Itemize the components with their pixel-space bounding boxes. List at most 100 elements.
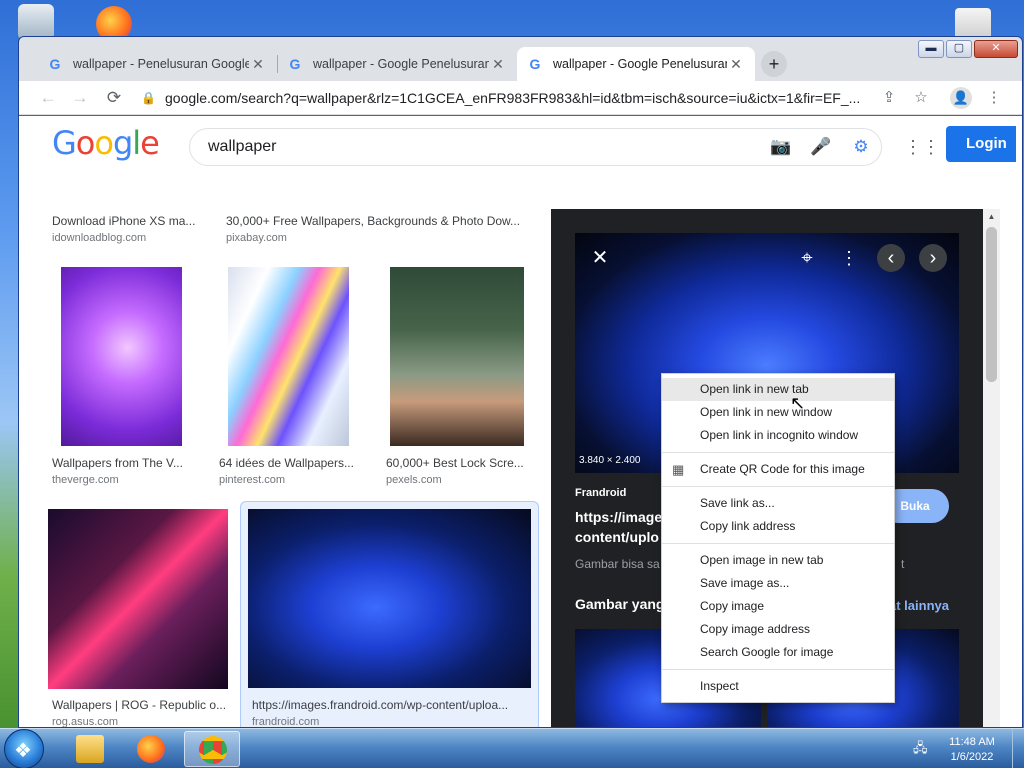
context-menu: Open link in new tab Open link in new wi…	[661, 373, 895, 703]
menu-open-link-new-tab[interactable]: Open link in new tab	[662, 378, 894, 401]
camera-search-icon[interactable]: 📷	[761, 137, 801, 157]
menu-copy-image[interactable]: Copy image	[662, 595, 894, 618]
scroll-up-icon[interactable]: ▲	[983, 212, 1000, 221]
network-tray-icon[interactable]: 🖧	[913, 739, 929, 755]
tab-close-icon[interactable]: ✕	[489, 56, 507, 73]
result-title[interactable]: https://images.frandroid.com/wp-content/…	[252, 698, 534, 712]
tab-1[interactable]: G wallpaper - Penelusuran Google ✕	[37, 47, 277, 81]
copyright-note: Gambar bisa sa	[575, 557, 660, 571]
lock-icon[interactable]: 🔒	[141, 91, 156, 105]
url-text[interactable]: google.com/search?q=wallpaper&rlz=1C1GCE…	[165, 90, 860, 106]
result-title[interactable]: Wallpapers | ROG - Republic o...	[52, 698, 227, 712]
taskbar-explorer[interactable]	[62, 731, 118, 767]
result-image-windows-bloom[interactable]	[248, 509, 531, 688]
share-icon[interactable]: ⇪	[877, 86, 901, 110]
back-button[interactable]: ←	[36, 86, 60, 110]
menu-separator	[662, 486, 894, 487]
mouse-cursor-icon: ↖	[790, 393, 806, 413]
menu-open-link-new-window[interactable]: Open link in new window	[662, 401, 894, 424]
profile-avatar-icon[interactable]: 👤	[950, 87, 972, 109]
result-source[interactable]: rog.asus.com	[52, 716, 118, 727]
search-input[interactable]: wallpaper	[208, 138, 761, 156]
tab-title: wallpaper - Google Penelusuran	[553, 57, 727, 71]
menu-create-qr-code[interactable]: ▦ Create QR Code for this image	[662, 458, 894, 481]
logo-letter: g	[112, 124, 133, 162]
preview-site-name[interactable]: Frandroid	[575, 487, 626, 499]
result-source[interactable]: idownloadblog.com	[52, 232, 146, 244]
menu-save-link-as[interactable]: Save link as...	[662, 492, 894, 515]
forward-button[interactable]: →	[68, 86, 92, 110]
taskbar: ❖ 🖧 11:48 AM 1/6/2022	[0, 728, 1024, 768]
new-tab-button[interactable]: +	[761, 51, 787, 77]
google-apps-icon[interactable]: ⋮⋮	[904, 136, 940, 158]
menu-label: Create QR Code for this image	[700, 462, 865, 476]
minimize-button[interactable]: ▬	[918, 40, 944, 58]
preview-more-icon[interactable]: ⋮	[835, 244, 863, 272]
taskbar-firefox[interactable]	[123, 731, 179, 767]
result-title[interactable]: 30,000+ Free Wallpapers, Backgrounds & P…	[226, 214, 536, 228]
result-title[interactable]: 60,000+ Best Lock Scre...	[386, 456, 536, 470]
tab-3-active[interactable]: G wallpaper - Google Penelusuran ✕	[517, 47, 755, 81]
preview-title-line[interactable]: https://image	[575, 507, 662, 527]
result-image-purple-bubbles[interactable]	[61, 267, 182, 446]
preview-close-icon[interactable]: ✕	[586, 244, 614, 272]
google-favicon-icon: G	[529, 56, 541, 72]
close-window-button[interactable]: ✕	[974, 40, 1018, 58]
image-dimensions: 3.840 × 2.400	[579, 455, 641, 466]
result-title[interactable]: 64 idées de Wallpapers...	[219, 456, 369, 470]
scrollbar-thumb[interactable]	[986, 227, 997, 382]
start-button[interactable]: ❖	[4, 729, 44, 768]
google-favicon-icon: G	[289, 56, 301, 72]
login-button[interactable]: Login	[946, 126, 1016, 162]
microphone-icon[interactable]: 🎤	[801, 137, 841, 157]
result-source[interactable]: theverge.com	[52, 474, 119, 486]
result-source[interactable]: pinterest.com	[219, 474, 285, 486]
google-logo[interactable]: Google	[52, 124, 160, 162]
address-bar[interactable]: 🔒 google.com/search?q=wallpaper&rlz=1C1G…	[141, 85, 861, 111]
tab-close-icon[interactable]: ✕	[249, 56, 267, 73]
previous-image-icon[interactable]: ‹	[877, 244, 905, 272]
result-title[interactable]: Download iPhone XS ma...	[52, 214, 212, 228]
reload-button[interactable]: ⟳	[102, 86, 126, 110]
logo-letter: G	[52, 124, 77, 162]
next-image-icon[interactable]: ›	[919, 244, 947, 272]
menu-open-image-new-tab[interactable]: Open image in new tab	[662, 549, 894, 572]
clock-date: 1/6/2022	[950, 751, 994, 763]
result-source[interactable]: pexels.com	[386, 474, 442, 486]
result-source[interactable]: frandroid.com	[252, 716, 319, 727]
show-desktop-button[interactable]	[1012, 729, 1024, 768]
qr-code-icon: ▦	[672, 462, 685, 477]
result-image-rog[interactable]	[48, 509, 228, 689]
logo-letter: o	[75, 124, 96, 162]
search-settings-icon[interactable]: ⚙	[841, 137, 881, 157]
copyright-note-end: t	[901, 557, 905, 571]
maximize-button[interactable]: ▢	[946, 40, 972, 58]
system-clock[interactable]: 11:48 AM 1/6/2022	[937, 735, 1007, 765]
menu-search-google-for-image[interactable]: Search Google for image	[662, 641, 894, 664]
preview-title[interactable]: https://image content/uplo	[575, 507, 662, 547]
bookmark-star-icon[interactable]: ☆	[909, 86, 933, 110]
result-image-colorful-marble[interactable]	[228, 267, 349, 446]
taskbar-chrome[interactable]	[184, 731, 240, 767]
lens-search-icon[interactable]: ⌖	[793, 244, 821, 272]
recycle-bin-icon[interactable]	[18, 4, 54, 40]
result-title[interactable]: Wallpapers from The V...	[52, 456, 202, 470]
preview-title-line[interactable]: content/uplo	[575, 527, 662, 547]
vertical-scrollbar[interactable]: ▲ ▼	[983, 209, 1000, 727]
result-image-phone-road[interactable]	[390, 267, 524, 446]
search-box[interactable]: wallpaper 📷 🎤 ⚙	[189, 128, 882, 166]
windows-logo-icon: ❖	[14, 740, 32, 762]
browser-toolbar: ← → ⟳ 🔒 google.com/search?q=wallpaper&rl…	[19, 81, 1022, 115]
menu-save-image-as[interactable]: Save image as...	[662, 572, 894, 595]
menu-open-link-incognito[interactable]: Open link in incognito window	[662, 424, 894, 447]
tab-2[interactable]: G wallpaper - Google Penelusuran ✕	[277, 47, 517, 81]
firefox-icon	[137, 735, 165, 763]
see-more-link[interactable]: at lainnya	[889, 598, 949, 613]
result-source[interactable]: pixabay.com	[226, 232, 287, 244]
logo-letter: o	[94, 124, 114, 162]
tab-close-icon[interactable]: ✕	[727, 56, 745, 73]
menu-copy-image-address[interactable]: Copy image address	[662, 618, 894, 641]
chrome-menu-icon[interactable]: ⋮	[982, 86, 1006, 110]
menu-inspect[interactable]: Inspect	[662, 675, 894, 698]
menu-copy-link-address[interactable]: Copy link address	[662, 515, 894, 538]
